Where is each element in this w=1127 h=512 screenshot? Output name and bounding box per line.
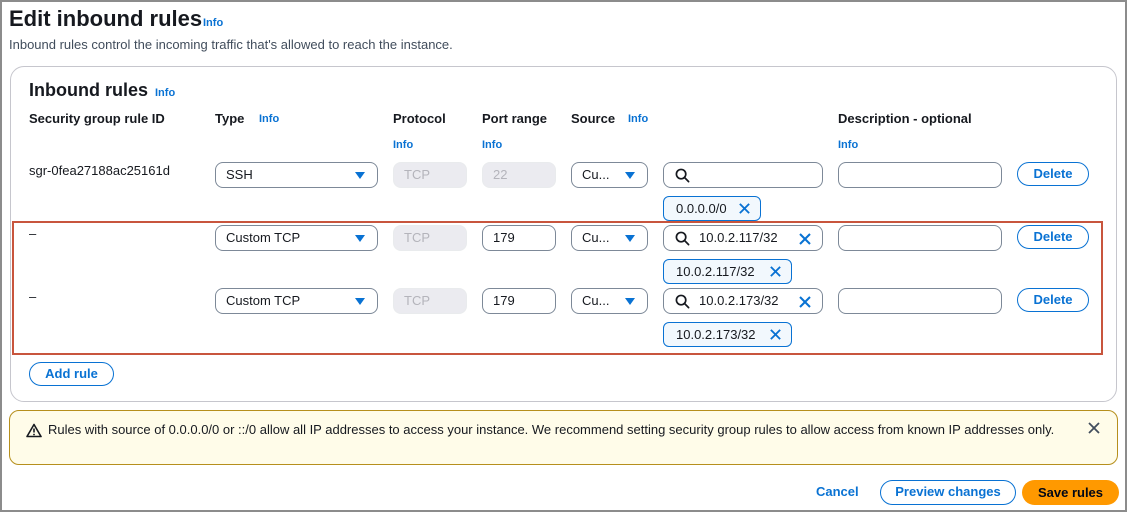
source-info-link[interactable]: Info [628, 113, 648, 125]
rule-id: sgr-0fea27188ac25161d [29, 163, 170, 178]
column-header-port-range: Port range [482, 111, 548, 126]
section-title-info-link[interactable]: Info [155, 87, 175, 99]
caret-down-icon [625, 172, 635, 179]
source-type-value: Cu... [582, 167, 610, 182]
page-description: Inbound rules control the incoming traff… [9, 37, 453, 52]
protocol-field: TCP [393, 162, 467, 188]
column-header-rule-id: Security group rule ID [29, 111, 165, 126]
section-title: Inbound rules [29, 80, 148, 100]
remove-token-icon[interactable] [738, 202, 751, 215]
alert-message: Rules with source of 0.0.0.0/0 or ::/0 a… [48, 422, 1055, 437]
warning-alert: Rules with source of 0.0.0.0/0 or ::/0 a… [9, 410, 1118, 465]
source-token: 0.0.0.0/0 [663, 196, 761, 221]
page-title-info-link[interactable]: Info [203, 17, 223, 29]
column-header-protocol: Protocol [393, 111, 446, 126]
port-range-field: 22 [482, 162, 556, 188]
save-rules-button[interactable]: Save rules [1022, 480, 1119, 505]
search-icon [675, 168, 690, 183]
description-input[interactable] [838, 162, 1002, 188]
delete-button[interactable]: Delete [1017, 162, 1089, 186]
protocol-info-link[interactable]: Info [393, 139, 413, 151]
close-icon[interactable] [1087, 421, 1101, 435]
warning-icon [26, 423, 42, 438]
type-info-link[interactable]: Info [259, 113, 279, 125]
highlight-box [12, 221, 1103, 355]
source-search-input[interactable] [663, 162, 823, 188]
column-header-type: Type [215, 111, 245, 126]
caret-down-icon [355, 172, 365, 179]
column-header-source: Source [571, 111, 616, 126]
type-select[interactable]: SSH [215, 162, 378, 188]
port-range-info-link[interactable]: Info [482, 139, 502, 151]
preview-changes-button[interactable]: Preview changes [880, 480, 1016, 505]
cancel-button[interactable]: Cancel [816, 484, 859, 499]
source-token-label: 0.0.0.0/0 [676, 201, 727, 216]
type-select-value: SSH [226, 167, 253, 182]
add-rule-button[interactable]: Add rule [29, 362, 114, 386]
column-header-description: Description - optional [838, 111, 972, 126]
source-type-select[interactable]: Cu... [571, 162, 648, 188]
description-info-link[interactable]: Info [838, 139, 858, 151]
page-title: Edit inbound rules [9, 6, 203, 31]
